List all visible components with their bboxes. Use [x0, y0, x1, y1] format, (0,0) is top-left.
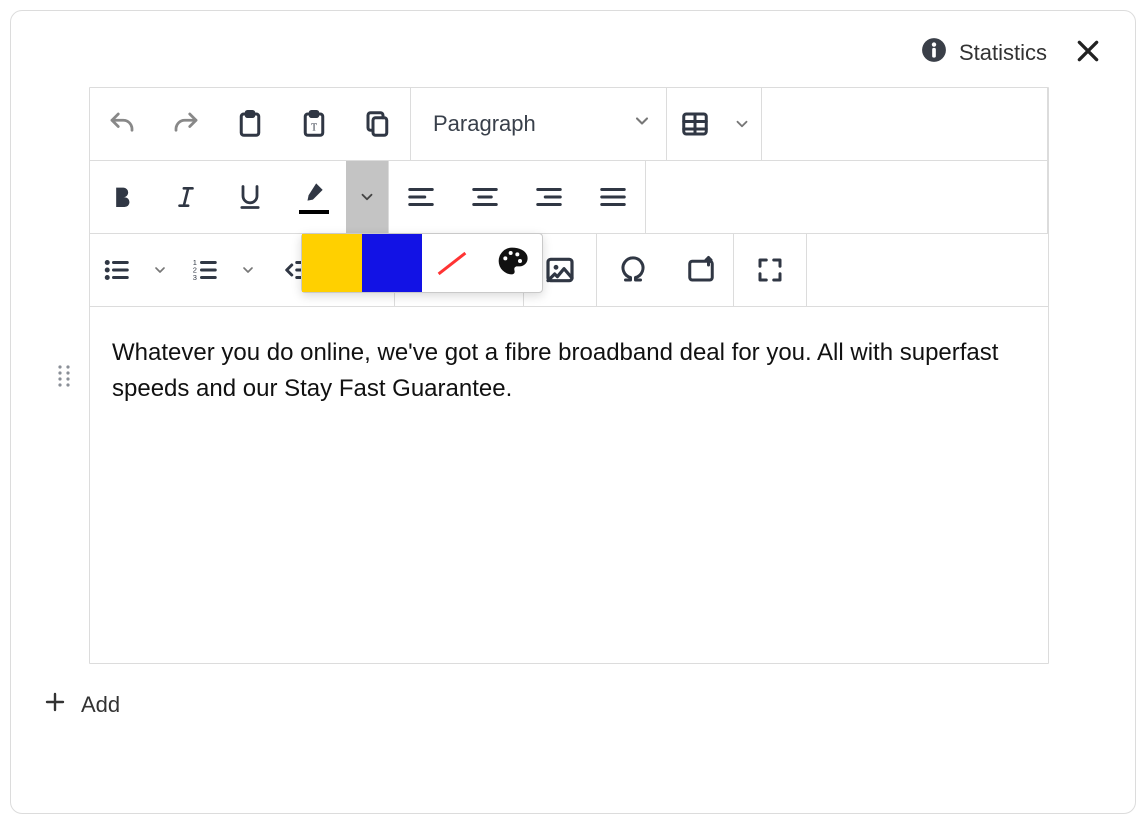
align-justify-button[interactable]	[581, 161, 645, 233]
color-swatch-yellow[interactable]	[302, 234, 362, 292]
highlight-underline	[299, 210, 329, 214]
align-center-icon	[470, 182, 500, 212]
panel-topbar: Statistics	[39, 35, 1107, 87]
palette-icon	[496, 245, 528, 282]
numbered-list-icon: 1 2 3	[189, 255, 219, 285]
align-left-button[interactable]	[389, 161, 453, 233]
info-icon	[921, 37, 947, 69]
embed-button[interactable]	[669, 234, 733, 306]
drag-handle[interactable]	[39, 87, 89, 396]
svg-text:T: T	[311, 122, 317, 133]
block-format-label: Paragraph	[433, 111, 536, 137]
clipboard-icon	[235, 109, 265, 139]
bullet-list-icon	[101, 255, 131, 285]
redo-button[interactable]	[154, 88, 218, 160]
content-text: Whatever you do online, we've got a fibr…	[112, 339, 998, 402]
undo-icon	[107, 109, 137, 139]
image-icon	[544, 254, 576, 286]
bullet-list-button[interactable]	[90, 234, 142, 306]
fullscreen-icon	[755, 255, 785, 285]
chevron-down-icon	[152, 262, 168, 278]
embed-icon	[686, 255, 716, 285]
close-button[interactable]	[1075, 38, 1101, 69]
close-icon	[1075, 38, 1101, 69]
special-char-button[interactable]	[597, 234, 669, 306]
add-block-button[interactable]: Add	[39, 664, 1107, 722]
highlight-icon	[301, 181, 327, 208]
highlight-button[interactable]	[282, 161, 346, 233]
align-right-button[interactable]	[517, 161, 581, 233]
editor-content[interactable]: Whatever you do online, we've got a fibr…	[90, 307, 1048, 663]
align-center-button[interactable]	[453, 161, 517, 233]
numbered-list-button[interactable]: 1 2 3	[178, 234, 230, 306]
clipboard-text-icon: T	[299, 109, 329, 139]
numbered-list-menu-button[interactable]	[230, 234, 266, 306]
chevron-down-icon	[358, 188, 376, 206]
italic-button[interactable]	[154, 161, 218, 233]
plus-icon	[43, 690, 67, 720]
color-swatch-none[interactable]	[422, 234, 482, 292]
rich-text-editor: T Paragraph	[89, 87, 1049, 664]
fullscreen-button[interactable]	[734, 234, 806, 306]
undo-button[interactable]	[90, 88, 154, 160]
underline-button[interactable]	[218, 161, 282, 233]
align-left-icon	[406, 182, 436, 212]
drag-handle-icon	[56, 363, 72, 396]
color-swatch-more[interactable]	[482, 234, 542, 292]
table-icon	[680, 109, 710, 139]
bold-icon	[108, 183, 136, 211]
copy-button[interactable]	[346, 88, 410, 160]
toolbar-row-1: T Paragraph	[90, 88, 1048, 161]
toolbar-row-3: 1 2 3	[90, 234, 1048, 307]
bold-button[interactable]	[90, 161, 154, 233]
copy-icon	[363, 109, 393, 139]
redo-icon	[171, 109, 201, 139]
statistics-button[interactable]: Statistics	[921, 37, 1047, 69]
add-label: Add	[81, 692, 120, 718]
highlight-color-popover	[301, 233, 543, 293]
highlight-menu-button[interactable]	[346, 161, 388, 233]
toolbar-row-2	[90, 161, 1048, 234]
editor-panel: Statistics	[10, 10, 1136, 814]
omega-icon	[618, 255, 648, 285]
underline-icon	[236, 183, 264, 211]
table-button[interactable]	[667, 88, 723, 160]
statistics-label: Statistics	[959, 40, 1047, 66]
bullet-list-menu-button[interactable]	[142, 234, 178, 306]
chevron-down-icon	[240, 262, 256, 278]
color-swatch-blue[interactable]	[362, 234, 422, 292]
svg-text:3: 3	[193, 273, 197, 282]
chevron-down-icon	[733, 115, 751, 133]
align-right-icon	[534, 182, 564, 212]
chevron-down-icon	[632, 111, 652, 137]
paste-button[interactable]	[218, 88, 282, 160]
italic-icon	[173, 184, 199, 210]
block-format-select[interactable]: Paragraph	[411, 88, 667, 160]
paste-text-button[interactable]: T	[282, 88, 346, 160]
align-justify-icon	[598, 182, 628, 212]
table-menu-button[interactable]	[723, 88, 761, 160]
